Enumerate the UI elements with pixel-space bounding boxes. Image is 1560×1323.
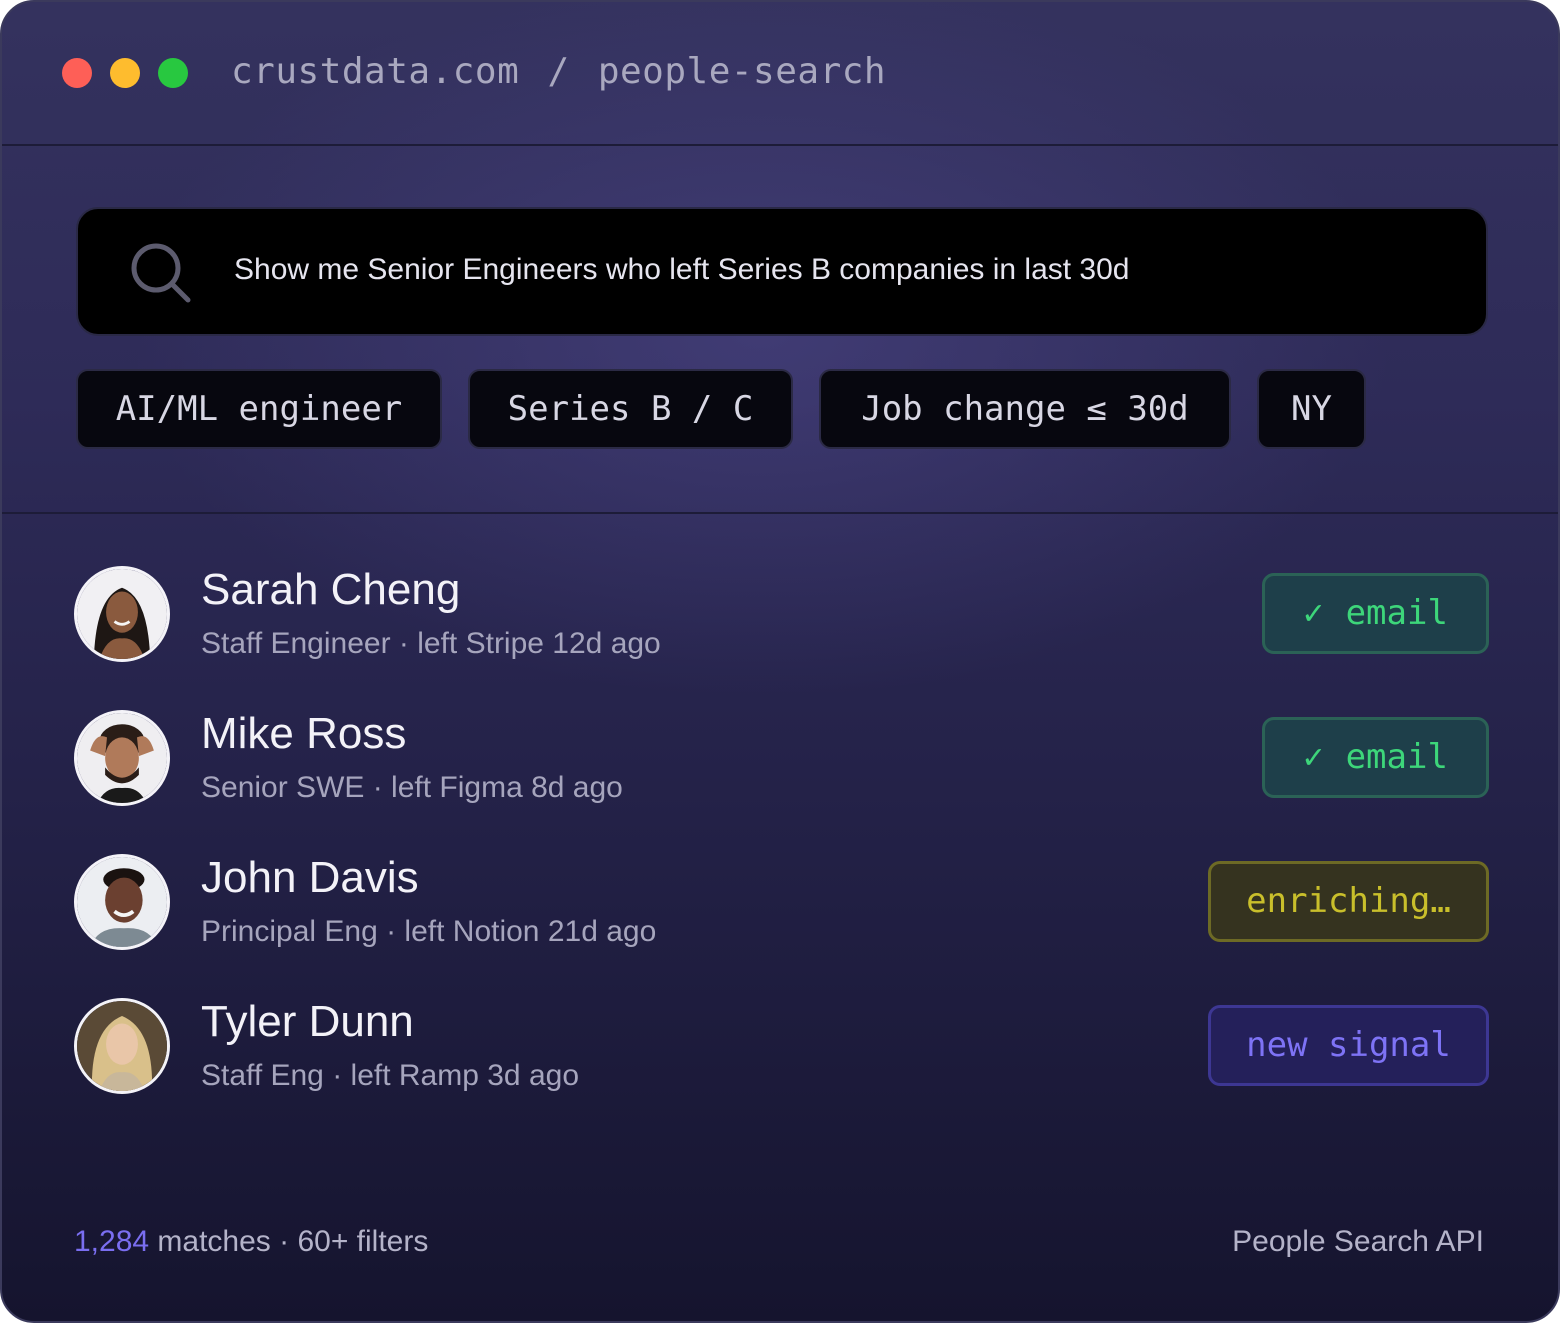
result-row[interactable]: Sarah Cheng Staff Engineer · left Stripe… [2, 566, 1558, 686]
new-signal-badge[interactable]: new signal [1208, 1005, 1489, 1086]
breadcrumb: crustdata.com / people-search [231, 50, 886, 94]
result-row[interactable]: John Davis Principal Eng · left Notion 2… [2, 854, 1558, 974]
email-status-badge[interactable]: ✓ email [1262, 573, 1489, 654]
filter-chip-role[interactable]: AI/ML engineer [76, 369, 442, 449]
person-name[interactable]: Tyler Dunn [201, 998, 414, 1046]
app-window: crustdata.com / people-search Show me Se… [0, 0, 1560, 1323]
search-input[interactable]: Show me Senior Engineers who left Series… [234, 250, 1129, 290]
breadcrumb-path[interactable]: people-search [598, 51, 886, 92]
breadcrumb-separator: / [547, 51, 570, 92]
person-name[interactable]: Sarah Cheng [201, 566, 460, 614]
filter-chip-location[interactable]: NY [1257, 369, 1366, 449]
person-meta: Principal Eng · left Notion 21d ago [201, 915, 657, 948]
close-window-button[interactable] [62, 58, 92, 88]
breadcrumb-domain[interactable]: crustdata.com [231, 51, 519, 92]
person-meta: Staff Eng · left Ramp 3d ago [201, 1059, 580, 1092]
section-divider [2, 512, 1558, 514]
result-row[interactable]: Mike Ross Senior SWE · left Figma 8d ago… [2, 710, 1558, 830]
search-icon [131, 243, 191, 303]
filter-chip-funding[interactable]: Series B / C [468, 369, 793, 449]
avatar [74, 566, 170, 662]
summary-text: matches · 60+ filters [149, 1225, 429, 1258]
email-status-badge[interactable]: ✓ email [1262, 717, 1489, 798]
avatar [74, 710, 170, 806]
result-row[interactable]: Tyler Dunn Staff Eng · left Ramp 3d ago … [2, 998, 1558, 1118]
product-label: People Search API [1232, 1225, 1484, 1258]
match-count: 1,284 [74, 1225, 150, 1258]
person-name[interactable]: Mike Ross [201, 710, 406, 758]
enriching-status-badge[interactable]: enriching… [1208, 861, 1489, 942]
person-name[interactable]: John Davis [201, 854, 419, 902]
results-summary: 1,284 matches · 60+ filters [74, 1223, 428, 1261]
filter-chip-job-change[interactable]: Job change ≤ 30d [819, 369, 1231, 449]
minimize-window-button[interactable] [110, 58, 140, 88]
avatar [74, 854, 170, 950]
title-bar: crustdata.com / people-search [2, 2, 1558, 146]
check-icon: ✓ [1303, 593, 1324, 633]
maximize-window-button[interactable] [158, 58, 188, 88]
avatar [74, 998, 170, 1094]
person-meta: Staff Engineer · left Stripe 12d ago [201, 627, 661, 660]
check-icon: ✓ [1303, 737, 1324, 777]
person-meta: Senior SWE · left Figma 8d ago [201, 771, 623, 804]
